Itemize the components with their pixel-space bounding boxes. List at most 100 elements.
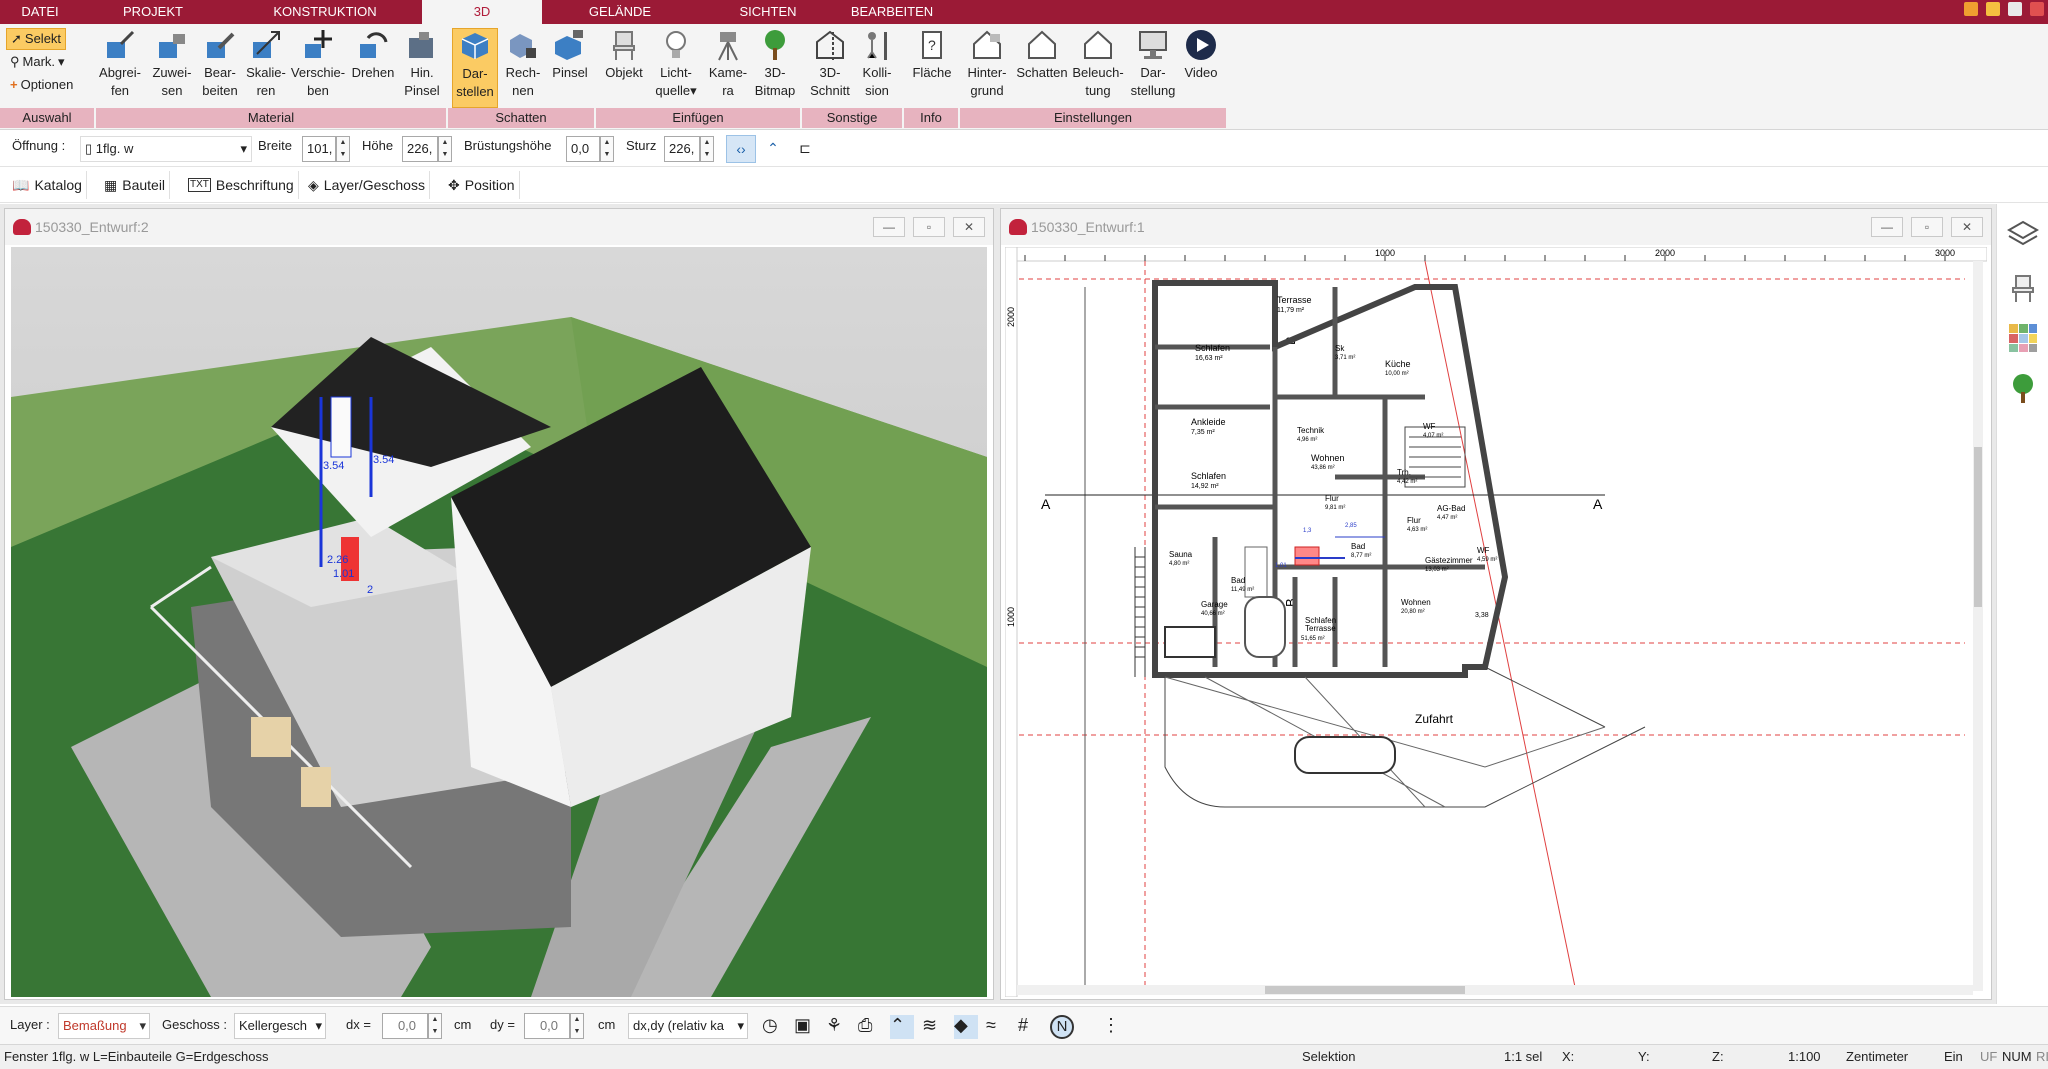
verschieben-button[interactable]: Verschie-ben [288,28,348,100]
document-icon[interactable] [2008,2,2022,16]
maximize-button[interactable]: ▫ [1911,217,1943,237]
window-icon[interactable] [1986,2,2000,16]
printer-icon[interactable]: ⎙ [858,1015,882,1039]
dx-spinner[interactable]: ▲ ▼ [428,1013,442,1039]
bruestungshoehe-input[interactable]: 0,0 [566,136,600,162]
plane-icon[interactable]: ◆ [954,1015,978,1039]
status-ri: RI [2036,1049,2048,1064]
more-vertical-icon[interactable]: ⋮ [1102,1015,1126,1039]
position-button[interactable]: ✥ Position [444,171,520,199]
route-icon[interactable]: ⚘ [826,1015,850,1039]
floor-plan-canvas[interactable]: 1000 2000 3000 2000 1000 A A B B Terrass… [1005,247,1987,997]
close-button[interactable]: ✕ [953,217,985,237]
pinsel-button[interactable]: Pinsel [548,28,592,82]
ruler-left-label: 2000 [1006,307,1016,327]
dx-input[interactable]: 0,0 [382,1013,428,1039]
snapshot-icon[interactable]: ▣ [794,1015,818,1039]
help-icon[interactable] [2030,2,2044,16]
window-floor-plan[interactable]: 150330_Entwurf:1 — ▫ ✕ 1000 2000 3000 20… [1000,208,1992,1000]
layers-icon[interactable] [2007,218,2039,250]
schatten-button[interactable]: Schatten [1014,28,1070,82]
tab-datei[interactable]: DATEI [6,0,74,24]
flip-vertical-icon[interactable]: ⌃ [758,135,788,163]
layer-select[interactable]: Bemaßung ▾ [58,1013,150,1039]
dim-label-5: 2 [367,584,373,596]
tab-bearbeiten[interactable]: BEARBEITEN [840,0,944,24]
oeffnung-select[interactable]: ▯ 1flg. w ▾ [80,136,252,162]
rechnen-button[interactable]: Rech-nen [500,28,546,100]
mark-button[interactable]: ⚲ Mark. ▾ [10,52,65,72]
breite-input[interactable]: 101, [302,136,336,162]
objekt-button[interactable]: Objekt [602,28,646,82]
beschriftung-button[interactable]: TXT Beschriftung [184,171,299,199]
breite-spinner[interactable]: ▲ ▼ [336,136,350,162]
geschoss-select[interactable]: Kellergesch ▾ [234,1013,326,1039]
skalieren-button[interactable]: Skalie-ren [244,28,288,100]
clock-icon[interactable]: ◷ [762,1015,786,1039]
video-button[interactable]: Video [1180,28,1222,82]
maximize-button[interactable]: ▫ [913,217,945,237]
abgreifen-button[interactable]: Abgrei-fen [98,28,142,100]
materials-palette-icon[interactable] [2007,322,2039,354]
bauteil-button[interactable]: ▦ Bauteil [100,171,171,199]
bearbeiten-button[interactable]: Bear-beiten [198,28,242,100]
optionen-button[interactable]: + Optionen [10,75,73,95]
tab-sichten[interactable]: SICHTEN [720,0,816,24]
terrain-icon[interactable]: ≋ [922,1015,946,1039]
video-label-1: Video [1184,65,1218,80]
zuweisen-button[interactable]: Zuwei-sen [148,28,196,100]
dy-spinner[interactable]: ▲ ▼ [570,1013,584,1039]
minimize-button[interactable]: — [1871,217,1903,237]
window-3d-titlebar[interactable]: 150330_Entwurf:2 [5,209,993,245]
sturz-input[interactable]: 226, [664,136,700,162]
chair-icon[interactable] [2007,272,2039,304]
3d-schnitt-button[interactable]: 3D- Schnitt [806,28,854,100]
tab-gelaende[interactable]: GELÄNDE [570,0,670,24]
collision-icon [867,32,887,60]
katalog-button[interactable]: 📖 Katalog [8,171,87,199]
room-name-bad-1: Bad [1351,542,1365,551]
light-bulb-icon [666,31,686,58]
3d-viewport[interactable]: 3.54 3.54 2.26 1.01 2 [11,247,987,997]
tab-3d[interactable]: 3D [422,0,542,24]
north-icon[interactable]: N [1050,1015,1074,1039]
tools-icon[interactable] [1964,2,1978,16]
tree-icon[interactable] [2007,372,2039,404]
hoehe-input[interactable]: 226, [402,136,438,162]
bruestungshoehe-spinner[interactable]: ▲ ▼ [600,136,614,162]
flaeche-button[interactable]: ? Fläche [908,28,956,82]
beleuchtung-button[interactable]: Beleuch-tung [1070,28,1126,100]
hoehe-spinner[interactable]: ▲ ▼ [438,136,452,162]
window-settings-icon[interactable]: ⊏ [792,135,818,163]
vertical-scrollbar-thumb[interactable] [1974,447,1982,607]
hintergrund-button[interactable]: Hinter-grund [962,28,1012,100]
horizontal-scrollbar-thumb[interactable] [1265,986,1465,994]
kamera-button[interactable]: Kame-ra [704,28,752,100]
sturz-spinner[interactable]: ▲ ▼ [700,136,714,162]
kollision-button[interactable]: Kolli-sion [856,28,898,100]
window-plan-titlebar[interactable]: 150330_Entwurf:1 [1001,209,1991,245]
tab-konstruktion[interactable]: KONSTRUKTION [255,0,395,24]
window-3d-view[interactable]: 150330_Entwurf:2 — ▫ ✕ 3.54 3.54 2.26 1.… [4,208,994,1000]
grid-icon[interactable]: # [1018,1015,1042,1039]
close-button[interactable]: ✕ [1951,217,1983,237]
tab-projekt[interactable]: PROJEKT [106,0,200,24]
room-name-garage: Garage [1201,600,1228,609]
flip-horizontal-icon[interactable]: ‹› [726,135,756,163]
darstellung-button[interactable]: Dar-stellung [1126,28,1180,100]
wave-icon[interactable]: ≈ [986,1015,1010,1039]
lichtquelle-button[interactable]: Licht-quelle▾ [650,28,702,100]
hin-pinsel-button[interactable]: Hin. Pinsel [400,28,444,100]
darstellen-button[interactable]: Dar-stellen [452,28,498,108]
display-monitor-icon [1139,31,1167,59]
3d-bitmap-button[interactable]: 3D- Bitmap [752,28,798,100]
layer-geschoss-button[interactable]: ◈ Layer/Geschoss [304,171,430,199]
drehen-button[interactable]: Drehen [348,28,398,82]
minimize-button[interactable]: — [873,217,905,237]
mark-label: Mark. [22,54,56,69]
coordinate-mode-select[interactable]: dx,dy (relativ ka ▾ [628,1013,748,1039]
roof-mode-icon[interactable]: ⌃ [890,1015,914,1039]
selekt-button[interactable]: ➚ Selekt [6,28,67,50]
dy-input[interactable]: 0,0 [524,1013,570,1039]
dim-label-4: 1.01 [333,568,354,580]
